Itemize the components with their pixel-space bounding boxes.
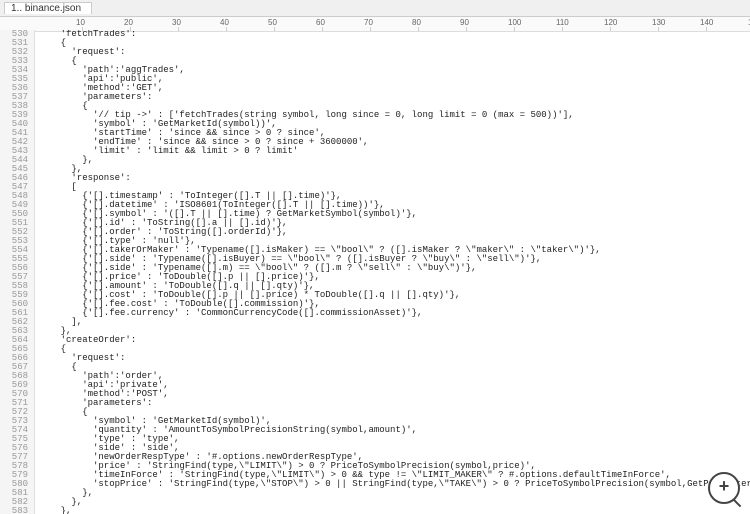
line-number: 583 bbox=[0, 507, 28, 514]
code-line[interactable]: 'response': bbox=[39, 174, 750, 183]
code-line[interactable]: 'request': bbox=[39, 354, 750, 363]
code-line[interactable]: }, bbox=[39, 327, 750, 336]
line-number-gutter: 5305315325335345355365375385395405415425… bbox=[0, 30, 35, 514]
ruler-label: 80 bbox=[412, 18, 421, 27]
code-line[interactable]: 'request': bbox=[39, 48, 750, 57]
code-line[interactable]: }, bbox=[39, 498, 750, 507]
ruler-label: 50 bbox=[268, 18, 277, 27]
ruler-label: 10 bbox=[76, 18, 85, 27]
code-line[interactable]: ], bbox=[39, 318, 750, 327]
code-line[interactable]: { bbox=[39, 345, 750, 354]
ruler-label: 140 bbox=[700, 18, 713, 27]
code-line[interactable]: 'parameters': bbox=[39, 399, 750, 408]
ruler-label: 130 bbox=[652, 18, 665, 27]
ruler-label: 110 bbox=[556, 18, 569, 27]
code-line[interactable]: }, bbox=[39, 156, 750, 165]
plus-icon: + bbox=[719, 484, 730, 493]
ruler-label: 100 bbox=[508, 18, 521, 27]
code-line[interactable]: }, bbox=[39, 507, 750, 514]
code-editor[interactable]: 5305315325335345355365375385395405415425… bbox=[0, 30, 750, 514]
code-line[interactable]: { bbox=[39, 39, 750, 48]
ruler-label: 30 bbox=[172, 18, 181, 27]
code-line[interactable]: }, bbox=[39, 489, 750, 498]
code-line[interactable]: 'fetchTrades': bbox=[39, 30, 750, 39]
ruler-label: 120 bbox=[604, 18, 617, 27]
ruler-label: 20 bbox=[124, 18, 133, 27]
zoom-in-button[interactable]: + bbox=[708, 472, 740, 504]
code-line[interactable]: 'limit' : 'limit && limit > 0 ? limit' bbox=[39, 147, 750, 156]
tab-bar: 1.. binance.json bbox=[0, 0, 750, 17]
code-line[interactable]: {'[].fee.currency' : 'CommonCurrencyCode… bbox=[39, 309, 750, 318]
file-tab[interactable]: 1.. binance.json bbox=[4, 2, 92, 14]
ruler-label: 60 bbox=[316, 18, 325, 27]
code-line[interactable]: 'stopPrice' : 'StringFind(type,\"STOP\")… bbox=[39, 480, 750, 489]
code-line[interactable]: 'createOrder': bbox=[39, 336, 750, 345]
code-area[interactable]: 'fetchTrades': { 'request': { 'path':'ag… bbox=[35, 30, 750, 514]
code-line[interactable]: 'parameters': bbox=[39, 93, 750, 102]
code-line[interactable]: }, bbox=[39, 165, 750, 174]
ruler-label: 90 bbox=[460, 18, 469, 27]
ruler-label: 70 bbox=[364, 18, 373, 27]
ruler-label: 40 bbox=[220, 18, 229, 27]
